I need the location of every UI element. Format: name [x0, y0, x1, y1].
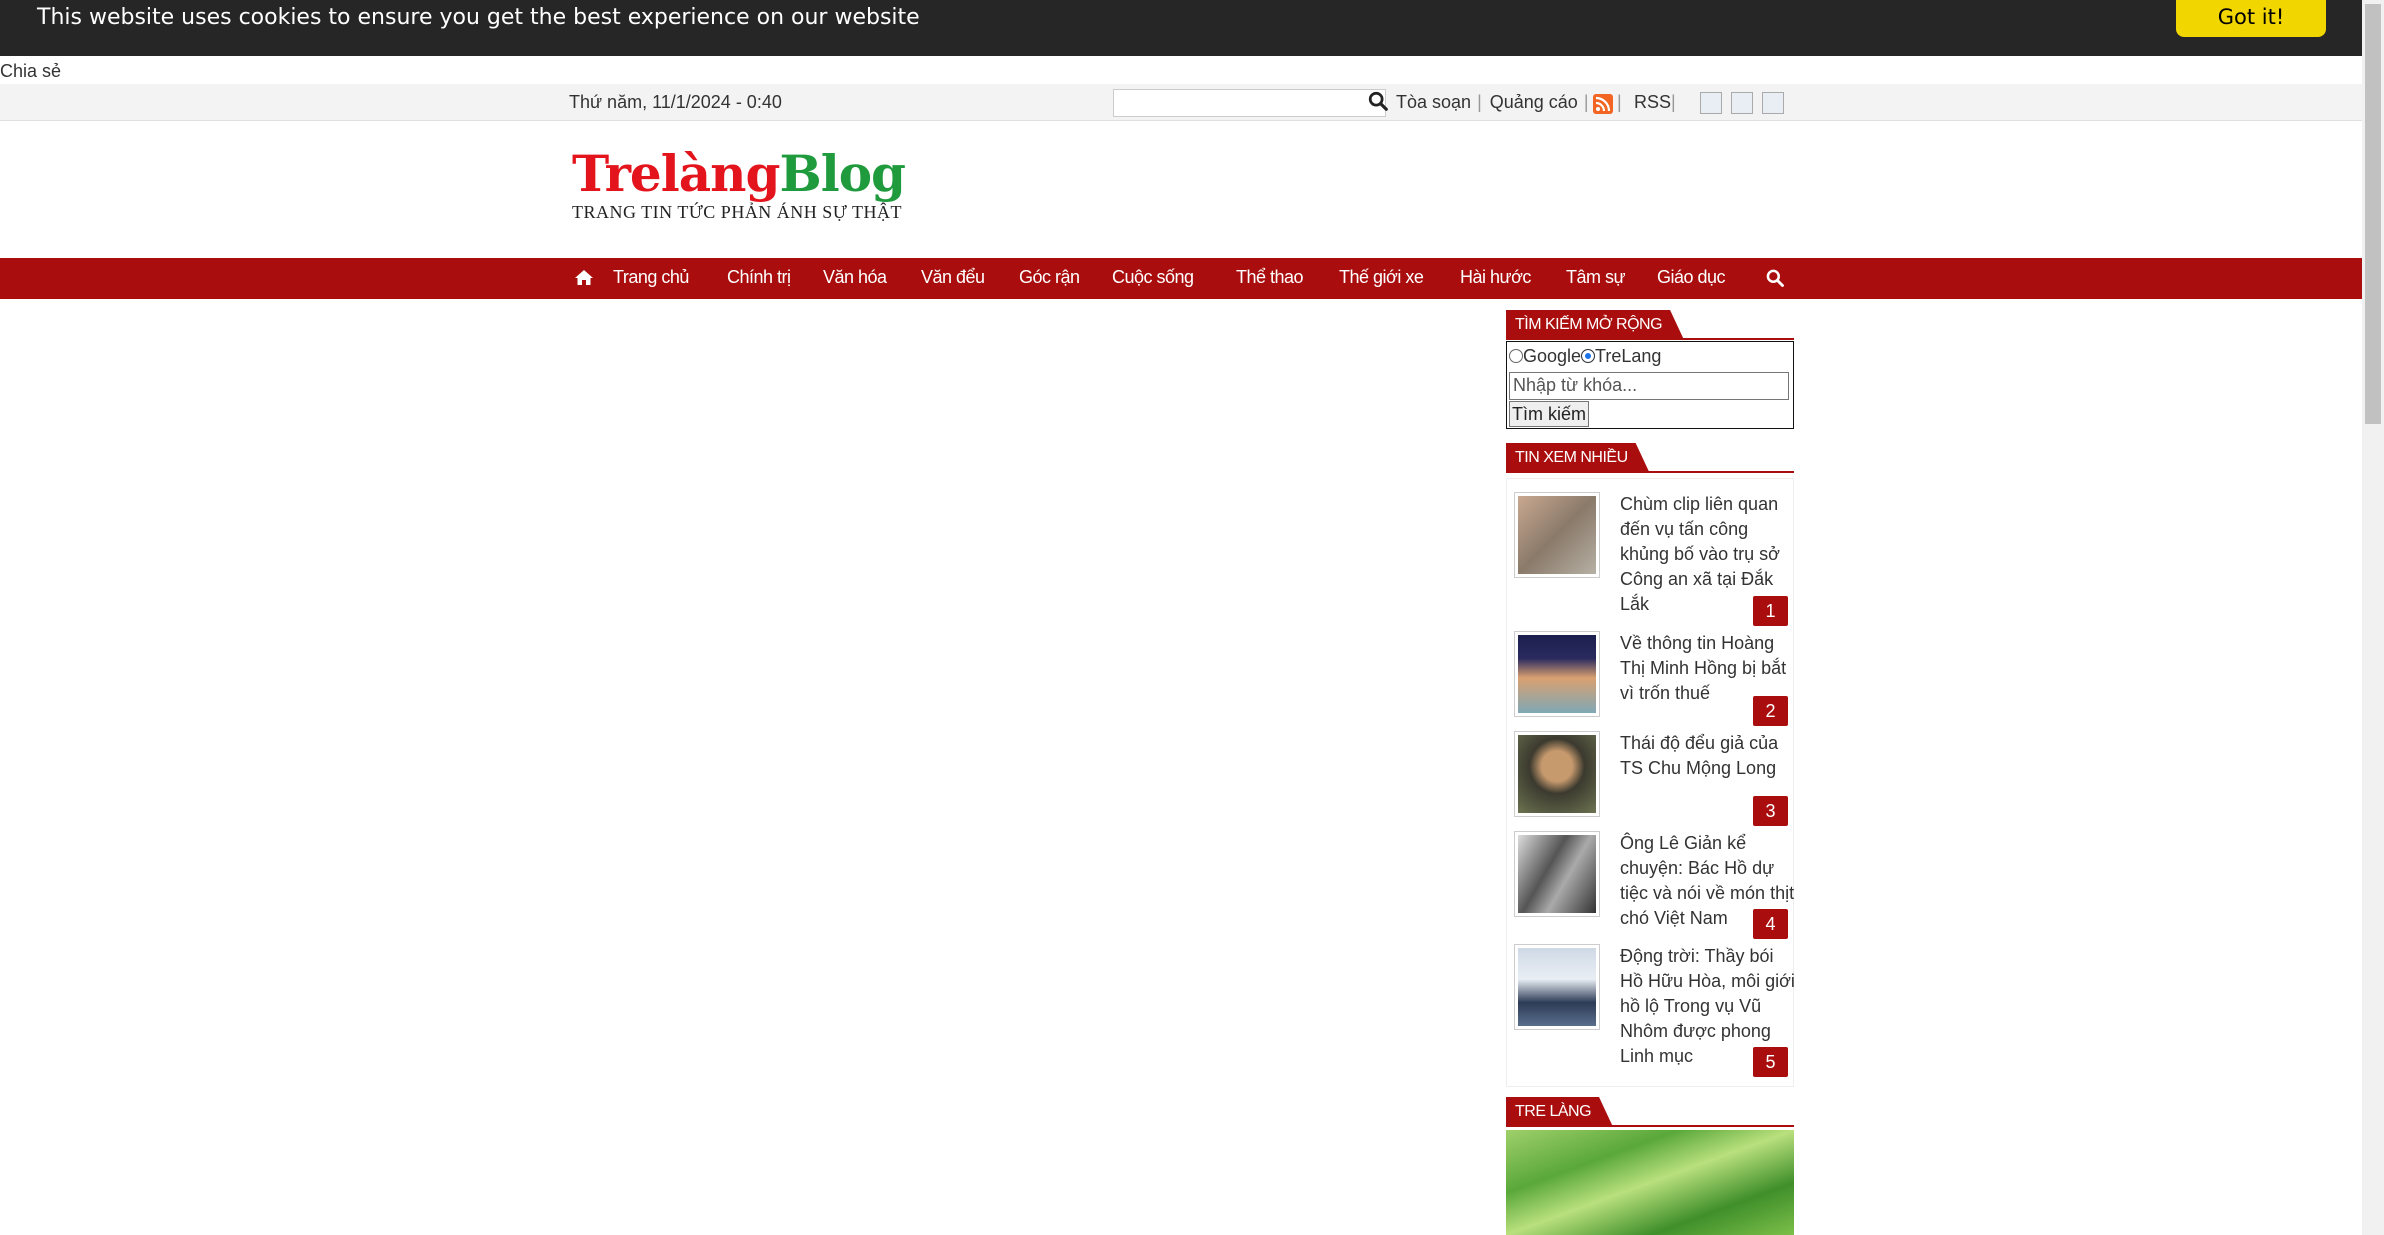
- section-header: TRE LÀNG: [1506, 1097, 1794, 1127]
- nav-item-giao-duc[interactable]: Giáo dục: [1657, 267, 1726, 288]
- rank-badge: 2: [1753, 696, 1788, 726]
- rank-badge: 1: [1753, 596, 1788, 626]
- nav-item-tam-su[interactable]: Tâm sự: [1566, 267, 1626, 288]
- nav-item-the-thao[interactable]: Thể thao: [1236, 267, 1304, 288]
- logo-tagline: TRANG TIN TỨC PHẢN ÁNH SỰ THẬT: [572, 202, 902, 222]
- news-title-text[interactable]: Thái độ đểu giả của TS Chu Mộng Long: [1620, 733, 1778, 778]
- advanced-search-header: TÌM KIẾM MỞ RỘNG: [1506, 310, 1794, 340]
- search-submit-button[interactable]: Tìm kiếm: [1509, 401, 1589, 427]
- news-title-3[interactable]: Thái độ đểu giả của TS Chu Mộng Long: [1620, 731, 1796, 781]
- section-header: TÌM KIẾM MỞ RỘNG: [1506, 310, 1794, 340]
- twitter-icon[interactable]: [1731, 92, 1753, 114]
- section-title: TÌM KIẾM MỞ RỘNG: [1506, 310, 1684, 340]
- current-date: Thứ năm, 11/1/2024 - 0:40: [569, 92, 782, 112]
- top-bar: Thứ năm, 11/1/2024 - 0:40 Tòa soạn | Quảng…: [0, 84, 2362, 121]
- top-search-input[interactable]: [1113, 89, 1386, 117]
- divider: |: [1477, 92, 1482, 112]
- cookie-banner: This website uses cookies to ensure you …: [0, 0, 2362, 56]
- scrollbar-thumb[interactable]: [2365, 4, 2381, 424]
- section-title: TRE LÀNG: [1506, 1097, 1613, 1127]
- radio-trelang[interactable]: [1581, 349, 1596, 363]
- facebook-icon[interactable]: [1700, 92, 1722, 114]
- top-links: Tòa soạn | Quảng cáo |: [1396, 92, 1597, 113]
- logo-brand-part1: Trelàng: [572, 144, 780, 203]
- radio-google-label: Google: [1523, 346, 1582, 366]
- cookie-message: This website uses cookies to ensure you …: [37, 5, 920, 30]
- nav-item-van-deu[interactable]: Văn đểu: [921, 267, 985, 288]
- section-header: TIN XEM NHIỀU: [1506, 443, 1794, 473]
- nav-item-the-gioi-xe[interactable]: Thế giới xe: [1339, 267, 1424, 288]
- news-title-2[interactable]: Về thông tin Hoàng Thị Minh Hồng bị bắt …: [1620, 631, 1796, 706]
- search-icon[interactable]: [1367, 90, 1389, 112]
- cookie-accept-button[interactable]: Got it!: [2176, 0, 2326, 37]
- news-thumbnail[interactable]: [1514, 831, 1600, 917]
- tre-lang-image[interactable]: [1506, 1130, 1794, 1235]
- divider: |: [1583, 92, 1589, 112]
- nav-item-van-hoa[interactable]: Văn hóa: [823, 267, 887, 288]
- radio-google[interactable]: [1509, 349, 1523, 363]
- radio-trelang-label: TreLang: [1595, 346, 1662, 366]
- search-engine-options: Google TreLang: [1509, 346, 1661, 367]
- popular-news-header: TIN XEM NHIỀU: [1506, 443, 1794, 473]
- keyword-input[interactable]: Nhập từ khóa...: [1509, 372, 1789, 400]
- nav-item-goc-ran[interactable]: Góc rận: [1019, 267, 1080, 288]
- divider: |: [1617, 92, 1622, 112]
- logo-wordmark: TrelàngBlog: [572, 148, 906, 200]
- section-title: TIN XEM NHIỀU: [1506, 443, 1650, 473]
- logo-brand-part2: Blog: [779, 144, 906, 203]
- page-scrollbar[interactable]: [2362, 0, 2384, 1235]
- share-link[interactable]: Chia sẻ: [0, 61, 61, 82]
- rss-link[interactable]: RSS: [1634, 92, 1671, 113]
- news-thumbnail[interactable]: [1514, 944, 1600, 1030]
- rank-badge: 5: [1753, 1047, 1788, 1077]
- quang-cao-link[interactable]: Quảng cáo: [1490, 92, 1578, 113]
- tre-lang-header: TRE LÀNG: [1506, 1097, 1794, 1127]
- nav-search-icon[interactable]: [1765, 268, 1785, 288]
- main-nav: Trang chủ Chính trị Văn hóa Văn đểu Góc …: [0, 258, 2362, 299]
- google-plus-icon[interactable]: [1762, 92, 1784, 114]
- rss-icon[interactable]: [1593, 94, 1613, 114]
- home-icon[interactable]: [574, 268, 594, 288]
- news-thumbnail[interactable]: [1514, 631, 1600, 717]
- toa-soan-link[interactable]: Tòa soạn: [1396, 92, 1471, 113]
- news-thumbnail[interactable]: [1514, 731, 1600, 817]
- advanced-search-box: Google TreLang Nhập từ khóa... Tìm kiếm: [1506, 341, 1794, 429]
- nav-item-trang-chu[interactable]: Trang chủ: [613, 267, 689, 288]
- nav-item-hai-huoc[interactable]: Hài hước: [1460, 267, 1531, 288]
- rank-badge: 4: [1753, 909, 1788, 939]
- rank-badge: 3: [1753, 796, 1788, 826]
- news-thumbnail[interactable]: [1514, 492, 1600, 578]
- news-title-text[interactable]: Về thông tin Hoàng Thị Minh Hồng bị bắt …: [1620, 633, 1786, 703]
- divider: |: [1671, 92, 1676, 112]
- nav-item-cuoc-song[interactable]: Cuộc sống: [1112, 267, 1194, 288]
- nav-item-chinh-tri[interactable]: Chính trị: [727, 267, 791, 288]
- site-logo[interactable]: TrelàngBlog TRANG TIN TỨC PHẢN ÁNH SỰ TH…: [572, 148, 906, 223]
